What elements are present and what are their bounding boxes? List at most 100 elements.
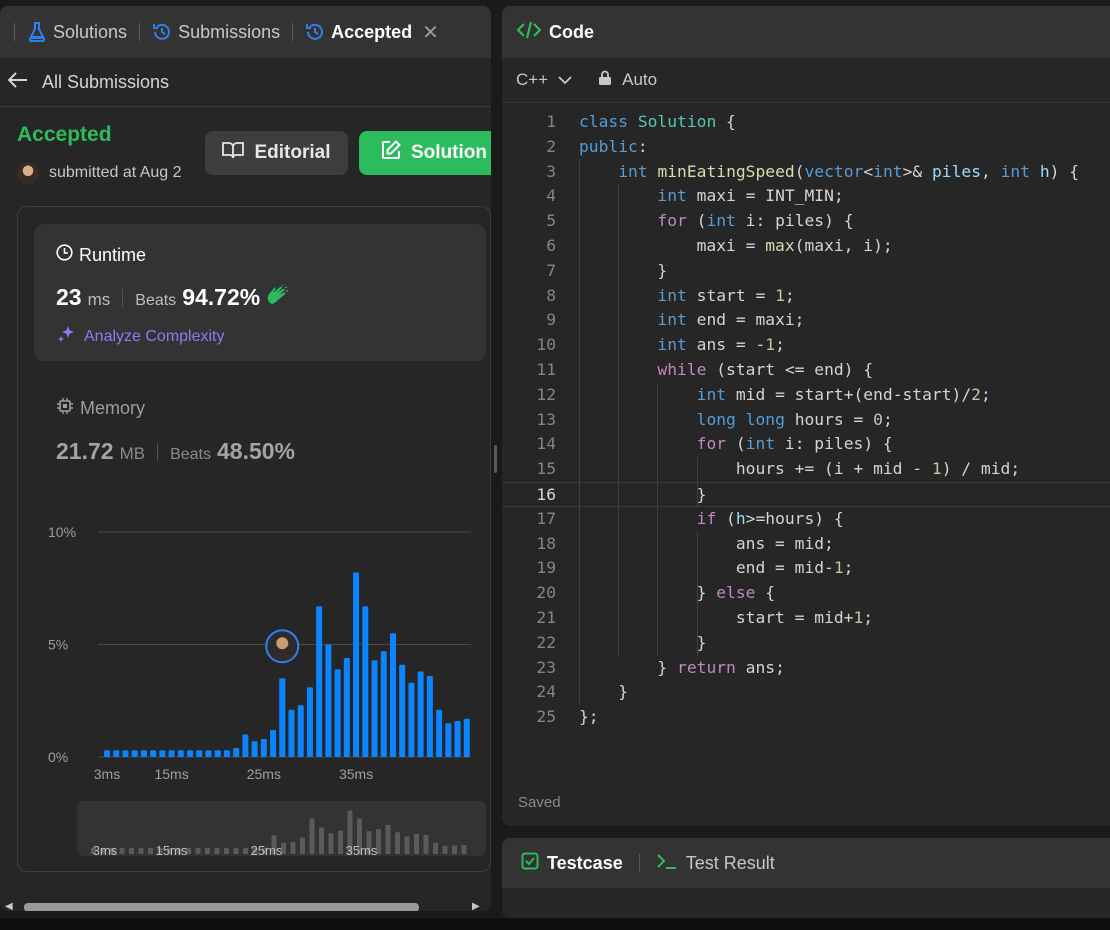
code-text: for (int i: piles) {: [696, 434, 893, 454]
chart-bar: [242, 734, 249, 757]
code-line[interactable]: 4 int maxi = INT_MIN;: [502, 184, 1110, 209]
avatar-face: [276, 637, 289, 650]
editorial-button[interactable]: Editorial: [205, 131, 348, 175]
code-line[interactable]: 11 while (start <= end) {: [502, 358, 1110, 383]
line-number: 6: [546, 235, 556, 255]
chart-bar: [353, 572, 360, 757]
runtime-beats-value: 94.72%: [182, 284, 261, 310]
indent-guide: [696, 457, 698, 507]
code-line[interactable]: 3 int minEatingSpeed(vector<int>& piles,…: [502, 160, 1110, 185]
tab-separator: [139, 23, 141, 41]
navigator-bar: [385, 824, 391, 854]
line-number: 7: [546, 260, 556, 280]
code-line[interactable]: 22 }: [502, 631, 1110, 656]
code-line[interactable]: 25};: [502, 705, 1110, 730]
chart-bar: [380, 651, 387, 757]
code-line[interactable]: 16 }: [502, 481, 1110, 507]
code-line[interactable]: 1 class Solution {: [502, 110, 1110, 135]
chart-bar: [316, 606, 323, 757]
solution-button[interactable]: Solution: [359, 131, 491, 175]
code-text: } else {: [579, 583, 776, 603]
line-number: 18: [536, 533, 556, 553]
code-line[interactable]: 18 ans = mid;: [502, 532, 1110, 557]
line-number: 3: [546, 161, 556, 181]
chart-bar: [168, 750, 175, 757]
avatar[interactable]: [17, 162, 39, 184]
code-text: }: [579, 484, 707, 504]
panel-resize-handle[interactable]: [494, 445, 497, 473]
tab-solutions[interactable]: Solutions: [21, 17, 133, 47]
x-tick-label: 35ms: [339, 766, 373, 782]
navigator-bar: [119, 848, 125, 854]
chart-range-navigator[interactable]: 3ms 15ms 25ms 35ms: [77, 801, 486, 856]
code-text: class Solution {: [579, 112, 736, 131]
indent-guide: [579, 159, 580, 706]
code-line[interactable]: 5 for (int i: piles) {: [502, 209, 1110, 234]
code-editor[interactable]: 1 class Solution { 2 public: 3 int minEating…: [502, 110, 1110, 730]
line-number: 17: [536, 508, 556, 528]
line-number: 16: [536, 484, 556, 504]
code-text: int ans = -1;: [657, 335, 785, 355]
code-line[interactable]: 19 end = mid-1;: [502, 556, 1110, 581]
runtime-distribution-chart[interactable]: 10% 5% 0% 3ms 15ms 25ms 35ms: [40, 516, 480, 786]
indent-guide: [696, 606, 698, 656]
code-line[interactable]: 13 long long hours = 0;: [502, 408, 1110, 433]
line-number: 5: [546, 211, 556, 231]
runtime-title: Runtime: [56, 244, 146, 266]
code-line[interactable]: 23 } return ans;: [502, 656, 1110, 681]
navigator-bar: [319, 827, 324, 854]
memory-title[interactable]: Memory: [56, 397, 145, 420]
code-text: start = mid+1;: [579, 607, 874, 627]
back-to-submissions[interactable]: All Submissions: [0, 58, 491, 107]
code-title: Code: [549, 21, 594, 42]
code-line[interactable]: 10 int ans = -1;: [502, 333, 1110, 358]
code-line[interactable]: 21 start = mid+1;: [502, 606, 1110, 631]
scrollbar-thumb[interactable]: [24, 903, 419, 911]
tab-submissions[interactable]: Submissions: [146, 17, 286, 47]
code-line[interactable]: 9 int end = maxi;: [502, 308, 1110, 333]
navigator-tick-label: 3ms: [93, 843, 118, 856]
chart-bar: [279, 678, 286, 757]
line-number: 8: [546, 285, 556, 305]
code-line[interactable]: 14 for (int i: piles) {: [502, 432, 1110, 457]
code-line[interactable]: 2 public:: [502, 135, 1110, 160]
code-text: hours += (i + mid - 1) / mid;: [579, 459, 1021, 479]
navigator-bar: [243, 848, 248, 854]
divider: [157, 442, 159, 461]
divider: [638, 854, 640, 872]
chart-bar: [131, 750, 138, 757]
runtime-value: 23: [56, 284, 82, 310]
code-line[interactable]: 17 if (h>=hours) {: [502, 507, 1110, 532]
chart-bar: [389, 633, 396, 757]
memory-value: 21.72: [56, 438, 114, 464]
runtime-card[interactable]: Runtime 23 ms Beats 94.72% Analyze Compl…: [34, 224, 486, 361]
navigator-bar: [205, 848, 210, 854]
scroll-right-icon[interactable]: ▶: [472, 901, 480, 911]
line-number: 20: [536, 583, 556, 603]
chart-bar: [122, 750, 129, 757]
tab-test-result[interactable]: Test Result: [686, 853, 775, 874]
testcase-header: Testcase Test Result: [502, 838, 1110, 888]
navigator-bar: [433, 842, 438, 854]
code-line[interactable]: 24 }: [502, 680, 1110, 705]
indent-guide: [696, 531, 698, 606]
code-line[interactable]: 6 maxi = max(maxi, i);: [502, 234, 1110, 259]
code-line[interactable]: 15 hours += (i + mid - 1) / mid;: [502, 457, 1110, 482]
code-line[interactable]: 20 } else {: [502, 581, 1110, 606]
close-icon[interactable]: ✕: [422, 20, 439, 45]
tab-testcase[interactable]: Testcase: [547, 853, 623, 874]
code-line[interactable]: 8 int start = 1;: [502, 284, 1110, 309]
mode-indicator[interactable]: Auto: [598, 70, 657, 91]
analyze-complexity-link[interactable]: Analyze Complexity: [56, 324, 225, 349]
code-text: }: [579, 682, 629, 702]
code-line[interactable]: 7 }: [502, 259, 1110, 284]
runtime-unit: ms: [87, 290, 111, 309]
navigator-bar: [452, 845, 457, 854]
scroll-left-icon[interactable]: ◀: [5, 901, 13, 911]
horizontal-scrollbar[interactable]: ◀ ▶: [0, 893, 491, 911]
language-select[interactable]: C++: [516, 70, 572, 90]
memory-beats-label: Beats: [170, 446, 211, 463]
code-line[interactable]: 12 int mid = start+(end-start)/2;: [502, 383, 1110, 408]
line-number: 1: [546, 112, 556, 131]
tab-accepted[interactable]: Accepted ✕: [299, 17, 445, 47]
